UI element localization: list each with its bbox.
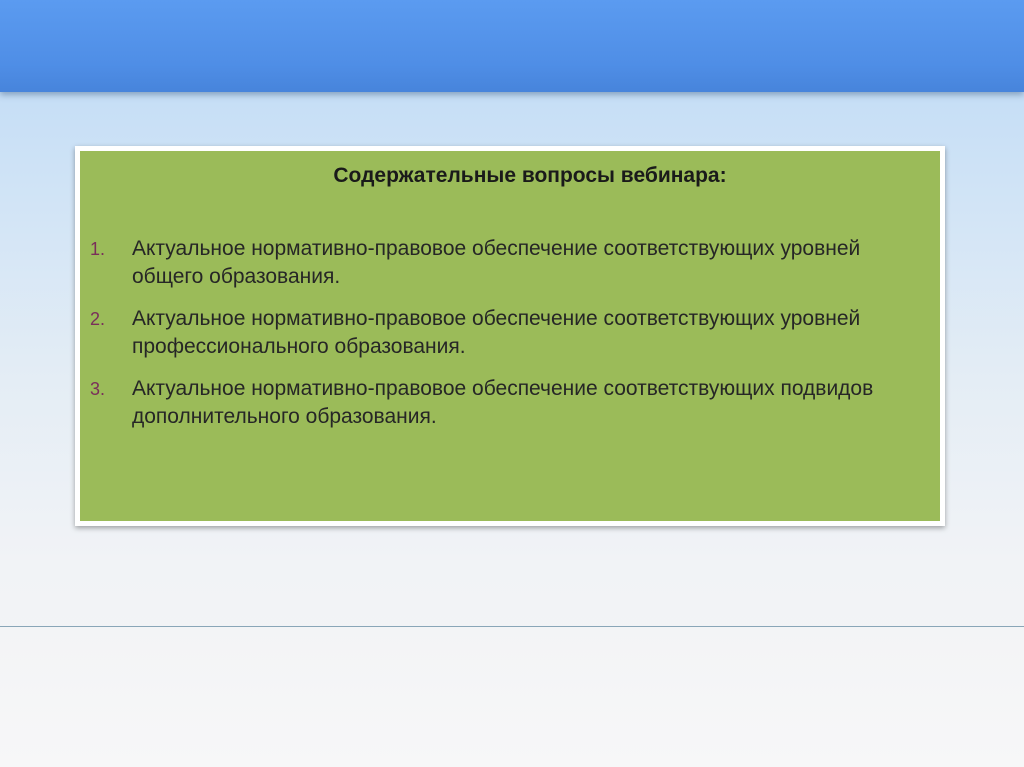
topic-text: Актуальное нормативно-правовое обеспечен… xyxy=(132,377,874,428)
topic-item: 1. Актуальное нормативно-правовое обеспе… xyxy=(90,235,930,291)
topic-number: 1. xyxy=(90,239,106,259)
topic-number: 3. xyxy=(90,379,106,399)
topic-text: Актуальное нормативно-правовое обеспечен… xyxy=(132,237,861,288)
topic-list: 1. Актуальное нормативно-правовое обеспе… xyxy=(90,235,930,445)
topic-item: 2. Актуальное нормативно-правовое обеспе… xyxy=(90,305,930,361)
topic-text: Актуальное нормативно-правовое обеспечен… xyxy=(132,307,861,358)
header-band xyxy=(0,0,1024,92)
slide-title: Содержательные вопросы вебинара: xyxy=(333,164,727,187)
topic-item: 3. Актуальное нормативно-правовое обеспе… xyxy=(90,375,930,431)
content-box: Содержательные вопросы вебинара: 1. Акту… xyxy=(75,146,945,526)
topic-number: 2. xyxy=(90,309,106,329)
footer-area xyxy=(0,627,1024,767)
